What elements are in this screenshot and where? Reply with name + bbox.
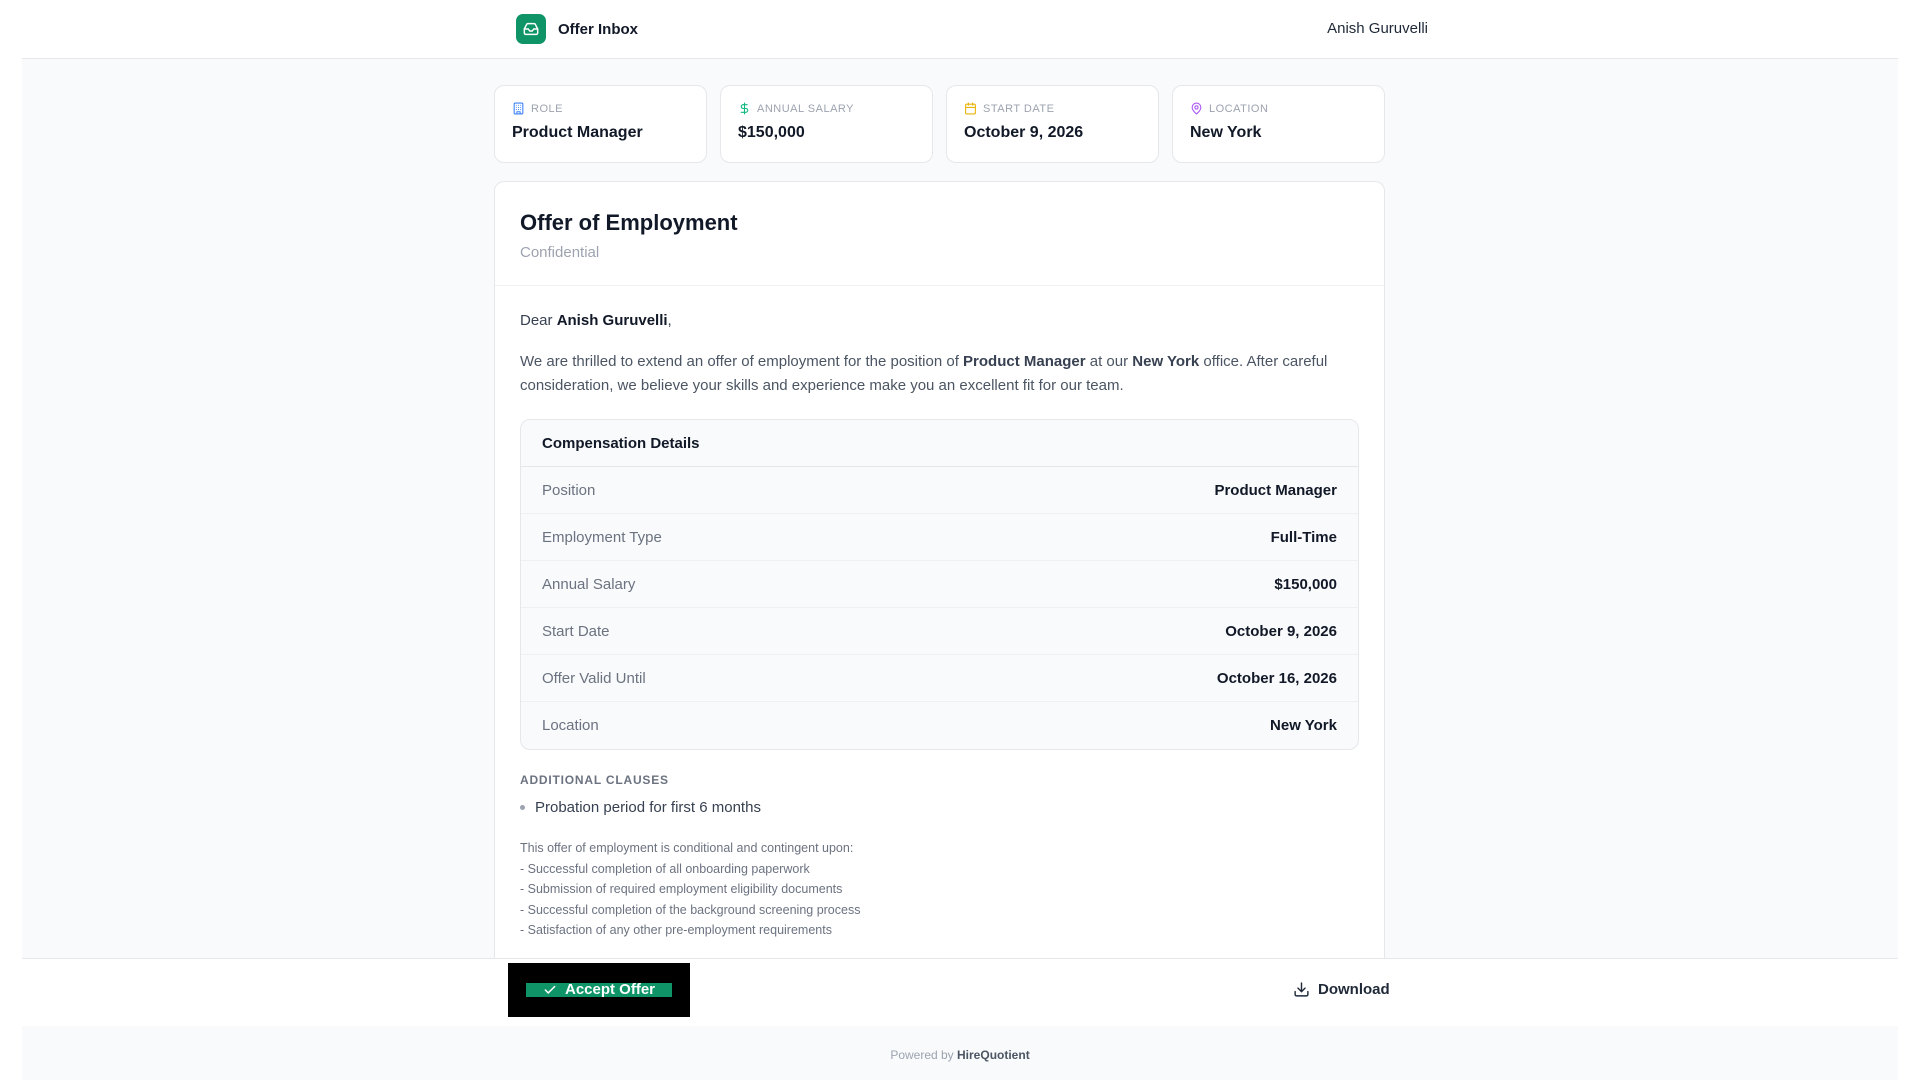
summary-card-label: Role bbox=[531, 102, 563, 115]
row-value: New York bbox=[1270, 717, 1337, 734]
building-icon bbox=[513, 102, 524, 115]
summary-card-value: New York bbox=[1190, 124, 1262, 141]
greeting-prefix: Dear bbox=[520, 312, 557, 329]
row-key: Start Date bbox=[542, 622, 610, 640]
compensation-title: Compensation Details bbox=[521, 420, 1358, 467]
summary-card-label: Location bbox=[1209, 102, 1269, 115]
row-value: $150,000 bbox=[1274, 575, 1337, 593]
letter-subtitle: Confidential bbox=[520, 244, 600, 261]
brand[interactable]: Offer Inbox bbox=[516, 14, 638, 44]
footer: Powered by HireQuotient bbox=[22, 1026, 1898, 1080]
summary-card-role: Role Product Manager bbox=[494, 85, 707, 163]
top-header: Offer Inbox Anish Guruvelli bbox=[22, 0, 1898, 59]
footer-brand-link[interactable]: HireQuotient bbox=[957, 1048, 1030, 1062]
condition-line: - Submission of required employment elig… bbox=[520, 882, 843, 897]
conditions-text: This offer of employment is conditional … bbox=[520, 838, 1359, 941]
action-bar: Accept Offer Download bbox=[22, 958, 1898, 1026]
greeting: Dear Anish Guruvelli, bbox=[520, 312, 1359, 329]
greeting-suffix: , bbox=[667, 312, 672, 329]
summary-card-value: October 9, 2026 bbox=[964, 124, 1084, 141]
row-key: Position bbox=[542, 481, 596, 499]
row-key: Offer Valid Until bbox=[542, 669, 646, 687]
intro-text: at our bbox=[1085, 353, 1133, 370]
download-icon bbox=[1294, 982, 1309, 997]
summary-card-value: Product Manager bbox=[512, 124, 643, 141]
row-value: October 9, 2026 bbox=[1225, 622, 1337, 640]
condition-line: - Successful completion of the backgroun… bbox=[520, 902, 861, 917]
summary-card-start-date: Start Date October 9, 2026 bbox=[946, 85, 1159, 163]
summary-card-label-row: Annual Salary bbox=[738, 102, 915, 115]
letter-title: Offer of Employment bbox=[520, 210, 738, 235]
check-icon bbox=[544, 985, 556, 994]
dollar-icon bbox=[740, 102, 749, 115]
summary-card-label: Start Date bbox=[983, 102, 1055, 115]
table-row: Offer Valid Until October 16, 2026 bbox=[521, 655, 1358, 702]
summary-card-value: $150,000 bbox=[738, 124, 805, 141]
compensation-table: Compensation Details Position Product Man… bbox=[520, 419, 1359, 750]
row-key: Annual Salary bbox=[542, 575, 636, 593]
condition-line: - Satisfaction of any other pre-employme… bbox=[520, 923, 832, 938]
download-label: Download bbox=[1318, 981, 1390, 998]
condition-line: This offer of employment is conditional … bbox=[520, 841, 854, 855]
table-row: Location New York bbox=[521, 702, 1358, 749]
footer-prefix: Powered by bbox=[890, 1048, 958, 1062]
calendar-icon bbox=[965, 102, 976, 115]
offer-letter: Offer of Employment Confidential Dear An… bbox=[494, 181, 1385, 959]
summary-card-label-row: Location bbox=[1190, 102, 1367, 115]
table-row: Employment Type Full-Time bbox=[521, 514, 1358, 561]
clause-text: Probation period for first 6 months bbox=[535, 799, 761, 816]
row-value: October 16, 2026 bbox=[1216, 669, 1337, 687]
clauses-heading: ADDITIONAL CLAUSES bbox=[520, 773, 669, 787]
intro-location: New York bbox=[1132, 353, 1200, 370]
table-row: Start Date October 9, 2026 bbox=[521, 608, 1358, 655]
accept-offer-label: Accept Offer bbox=[564, 981, 656, 998]
list-item: Probation period for first 6 months bbox=[520, 799, 1359, 816]
inbox-icon bbox=[516, 14, 546, 44]
intro-text: We are thrilled to extend an offer of em… bbox=[520, 353, 964, 370]
condition-line: - Successful completion of all onboardin… bbox=[520, 861, 810, 876]
summary-card-location: Location New York bbox=[1172, 85, 1385, 163]
bullet-icon bbox=[520, 805, 525, 810]
letter-body: Dear Anish Guruvelli, We are thrilled to… bbox=[495, 286, 1384, 941]
user-name[interactable]: Anish Guruvelli bbox=[1327, 20, 1428, 37]
intro-role: Product Manager bbox=[963, 353, 1086, 370]
app-title: Offer Inbox bbox=[558, 20, 639, 38]
recipient-name: Anish Guruvelli bbox=[556, 312, 668, 329]
table-row: Position Product Manager bbox=[521, 467, 1358, 514]
map-pin-icon bbox=[1191, 102, 1202, 115]
summary-card-salary: Annual Salary $150,000 bbox=[720, 85, 933, 163]
row-value: Full-Time bbox=[1270, 528, 1337, 546]
row-value: Product Manager bbox=[1214, 481, 1337, 499]
row-key: Employment Type bbox=[542, 528, 662, 546]
accept-offer-button[interactable]: Accept Offer bbox=[526, 981, 672, 998]
row-key: Location bbox=[542, 717, 599, 734]
letter-header: Offer of Employment Confidential bbox=[495, 182, 1384, 286]
intro-paragraph: We are thrilled to extend an offer of em… bbox=[520, 350, 1359, 398]
summary-cards: Role Product Manager Annual Salary $150,… bbox=[494, 85, 1385, 163]
summary-card-label: Annual Salary bbox=[757, 102, 854, 115]
summary-card-label-row: Role bbox=[512, 102, 689, 115]
accept-offer-focus-ring: Accept Offer bbox=[508, 963, 690, 1017]
table-row: Annual Salary $150,000 bbox=[521, 561, 1358, 608]
download-button[interactable]: Download bbox=[1293, 981, 1390, 998]
summary-card-label-row: Start Date bbox=[964, 102, 1141, 115]
